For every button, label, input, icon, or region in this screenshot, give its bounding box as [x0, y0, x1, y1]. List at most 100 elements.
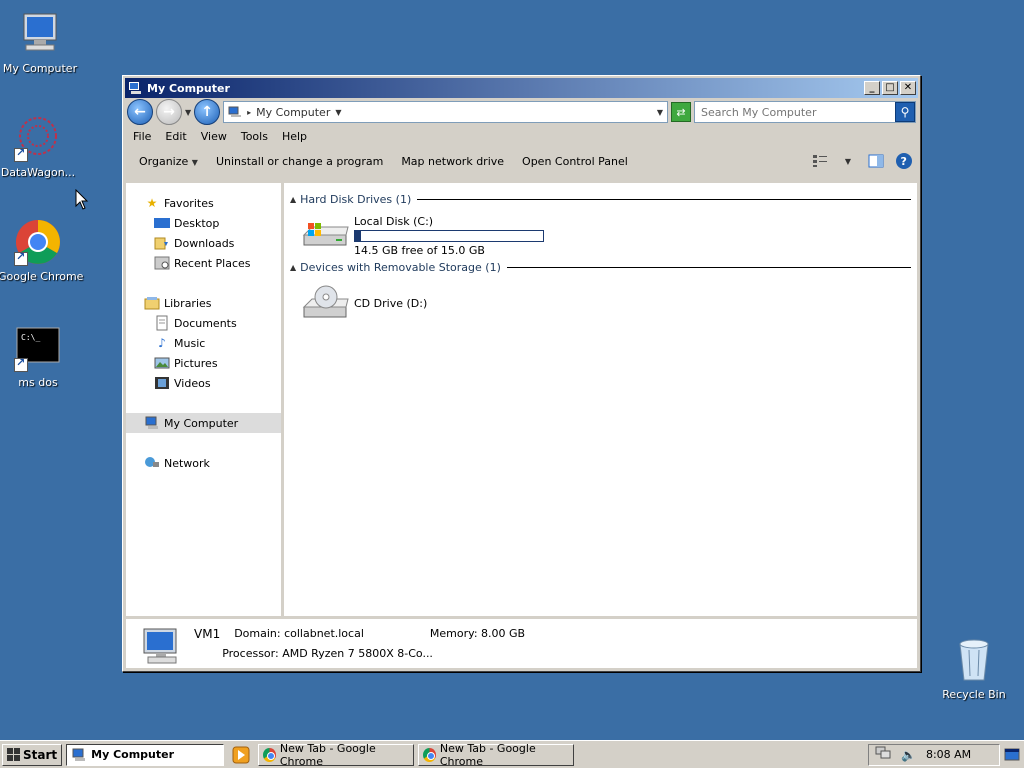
shortcut-arrow-icon	[14, 146, 28, 162]
group-header-label: Hard Disk Drives (1)	[300, 192, 412, 206]
computer-name: VM1	[194, 627, 221, 641]
nav-network[interactable]: Network	[126, 453, 281, 473]
open-control-panel-button[interactable]: Open Control Panel	[514, 152, 636, 171]
menu-tools[interactable]: Tools	[235, 128, 274, 145]
pictures-icon	[154, 355, 170, 371]
collapse-icon: ▲	[290, 194, 297, 204]
nav-music[interactable]: ♪ Music	[126, 333, 281, 353]
forward-button[interactable]: →	[156, 99, 182, 125]
desktop-icon-google-chrome[interactable]: Google Chrome	[0, 218, 83, 283]
clock[interactable]: 8:08 AM	[926, 748, 971, 761]
taskbar-item-label: New Tab - Google Chrome	[279, 741, 376, 768]
start-label: Start	[23, 747, 58, 762]
desktop-icon-label: ms dos	[18, 376, 58, 389]
view-dropdown-icon[interactable]: ▼	[838, 151, 858, 171]
documents-icon	[154, 315, 170, 331]
taskbar: Start My Computer New Tab - Google Chrom…	[0, 740, 1024, 768]
network-tray-icon[interactable]	[875, 746, 891, 763]
taskbar-item-my-computer[interactable]: My Computer	[66, 743, 225, 766]
quicklaunch-media-icon[interactable]	[232, 746, 250, 764]
group-header-label: Devices with Removable Storage (1)	[300, 260, 501, 274]
search-box[interactable]: ⚲	[694, 101, 916, 123]
drive-cd-d[interactable]: CD Drive (D:)	[300, 281, 911, 325]
mouse-cursor-icon	[75, 189, 89, 210]
nav-documents[interactable]: Documents	[126, 313, 281, 333]
preview-pane-icon[interactable]	[866, 151, 886, 171]
breadcrumb-dropdown-icon[interactable]: ▼	[335, 108, 341, 117]
nav-libraries-label: Libraries	[164, 296, 212, 310]
organize-label: Organize	[139, 154, 189, 168]
window-title: My Computer	[147, 81, 230, 95]
search-input[interactable]	[701, 105, 895, 119]
drive-usage-bar	[354, 230, 544, 242]
back-button[interactable]: ←	[127, 99, 153, 125]
nav-documents-label: Documents	[174, 316, 237, 330]
address-history-dropdown[interactable]: ▼	[657, 108, 663, 117]
menu-help[interactable]: Help	[276, 128, 313, 145]
window-titlebar[interactable]: My Computer _ □ ✕	[125, 78, 918, 98]
address-field[interactable]: ▸ My Computer ▼ ▼	[223, 101, 668, 123]
nav-network-label: Network	[164, 456, 210, 470]
computer-processor: Processor: AMD Ryzen 7 5800X 8-Co...	[222, 647, 433, 660]
recent-pages-dropdown[interactable]: ▼	[185, 108, 191, 117]
up-button[interactable]: ↑	[194, 99, 221, 125]
command-bar: Organize ▼ Uninstall or change a program…	[123, 146, 920, 176]
nav-downloads[interactable]: Downloads	[126, 233, 281, 253]
group-header-hard-disks[interactable]: ▲ Hard Disk Drives (1)	[290, 191, 911, 207]
breadcrumb-separator-icon[interactable]: ▸	[247, 108, 251, 117]
recycle-bin-icon	[950, 636, 998, 684]
close-button[interactable]: ✕	[900, 81, 916, 95]
taskbar-item-label: New Tab - Google Chrome	[439, 741, 536, 768]
computer-details: VM1 Domain: collabnet.local Memory: 8.00…	[194, 627, 525, 660]
collapse-icon: ▲	[290, 262, 297, 272]
nav-my-computer[interactable]: My Computer	[126, 413, 281, 433]
nav-favorites[interactable]: ★ Favorites	[126, 193, 281, 213]
desktop-icon-ms-dos[interactable]: C:\_ ms dos	[0, 324, 78, 389]
volume-icon[interactable]: 🔈	[901, 748, 916, 762]
map-network-drive-button[interactable]: Map network drive	[393, 152, 512, 171]
nav-libraries[interactable]: Libraries	[126, 293, 281, 313]
desktop-icon-recycle-bin[interactable]: Recycle Bin	[934, 636, 1014, 701]
menu-edit[interactable]: Edit	[159, 128, 192, 145]
nav-pictures[interactable]: Pictures	[126, 353, 281, 373]
uninstall-program-button[interactable]: Uninstall or change a program	[208, 152, 391, 171]
organize-button[interactable]: Organize ▼	[131, 152, 206, 171]
datawagon-icon	[14, 114, 62, 162]
taskbar-item-chrome-1[interactable]: New Tab - Google Chrome	[258, 741, 415, 768]
breadcrumb-my-computer[interactable]: My Computer	[256, 106, 330, 119]
nav-videos[interactable]: Videos	[126, 373, 281, 393]
refresh-button[interactable]: ⇄	[671, 102, 691, 122]
nav-pictures-label: Pictures	[174, 356, 218, 370]
drive-local-disk-c[interactable]: Local Disk (C:) 14.5 GB free of 15.0 GB	[300, 213, 911, 257]
computer-icon	[228, 106, 242, 117]
videos-icon	[154, 375, 170, 391]
menu-bar: File Edit View Tools Help	[123, 126, 920, 146]
shortcut-arrow-icon	[14, 356, 28, 372]
menu-file[interactable]: File	[127, 128, 157, 145]
desktop-icon-label: DataWagon...	[0, 166, 76, 179]
details-pane: VM1 Domain: collabnet.local Memory: 8.00…	[126, 616, 917, 668]
menu-view[interactable]: View	[195, 128, 233, 145]
show-desktop-icon[interactable]	[1004, 747, 1020, 763]
network-icon	[144, 455, 160, 471]
nav-downloads-label: Downloads	[174, 236, 235, 250]
view-options-icon[interactable]	[810, 151, 830, 171]
address-bar-row: ← → ▼ ↑ ▸ My Computer ▼ ▼ ⇄ ⚲	[123, 98, 920, 126]
maximize-button[interactable]: □	[882, 81, 898, 95]
explorer-body: ★ Favorites Desktop Downloads Recent Plac…	[126, 183, 917, 617]
nav-recent-label: Recent Places	[174, 256, 251, 270]
nav-desktop[interactable]: Desktop	[126, 213, 281, 233]
chrome-icon	[423, 747, 436, 762]
minimize-button[interactable]: _	[864, 81, 880, 95]
help-icon[interactable]: ?	[894, 151, 914, 171]
downloads-folder-icon	[154, 235, 170, 251]
nav-recent-places[interactable]: Recent Places	[126, 253, 281, 273]
taskbar-item-chrome-2[interactable]: New Tab - Google Chrome	[418, 741, 575, 768]
desktop-icon-datawagon[interactable]: DataWagon...	[0, 114, 78, 179]
drive-free-space: 14.5 GB free of 15.0 GB	[354, 244, 485, 257]
desktop-icon-my-computer[interactable]: My Computer	[0, 10, 80, 75]
group-header-removable[interactable]: ▲ Devices with Removable Storage (1)	[290, 259, 911, 275]
start-button[interactable]: Start	[2, 743, 63, 766]
chrome-icon	[263, 747, 276, 762]
search-icon[interactable]: ⚲	[895, 102, 915, 122]
